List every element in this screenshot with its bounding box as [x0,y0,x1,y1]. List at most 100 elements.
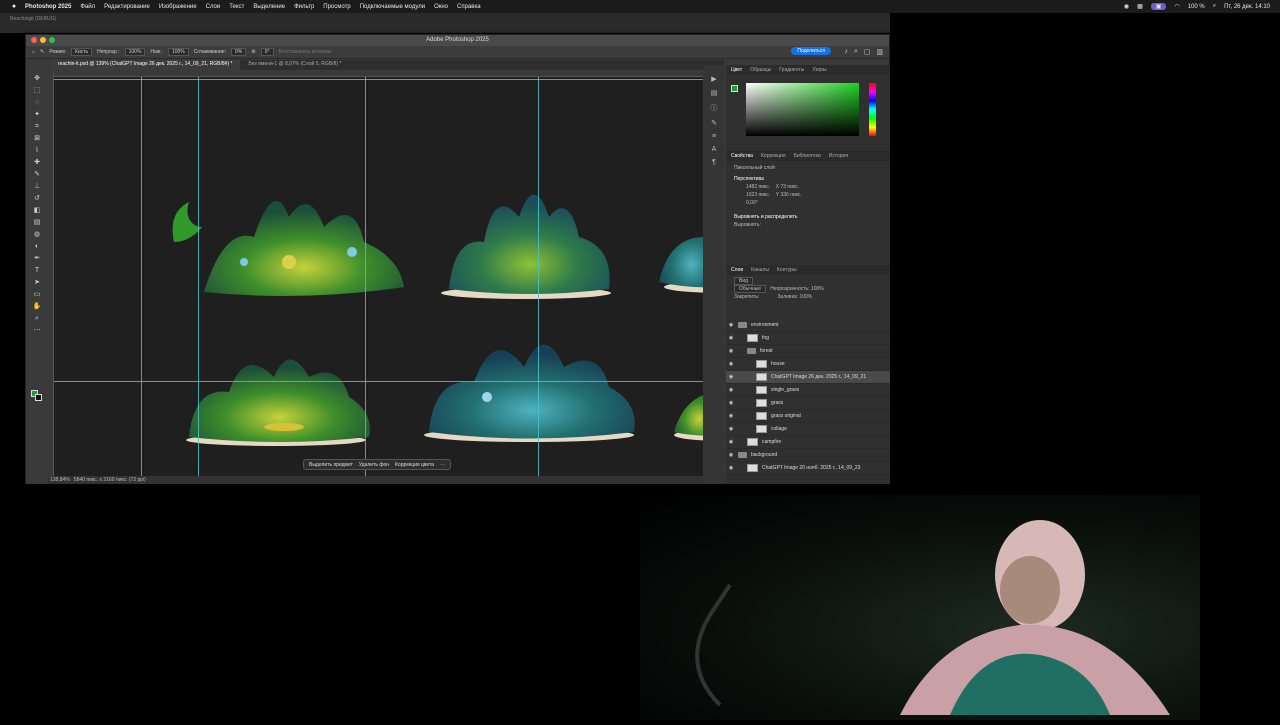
menu-filter[interactable]: Фильтр [294,4,314,10]
adjust-icon[interactable]: ≡ [712,133,716,140]
guide-line[interactable] [538,77,539,476]
layer-row[interactable]: ◉ ChatGPT Image 20 нояб. 2025 г., 14_09_2… [726,462,890,475]
visibility-eye-icon[interactable]: ◉ [726,361,736,367]
healing-icon[interactable]: ✚ [33,158,42,167]
search-icon[interactable]: ⌕ [1213,3,1216,10]
share-button[interactable]: Поделиться [791,47,831,55]
visibility-eye-icon[interactable]: ◉ [726,452,736,458]
dodge-tool-icon[interactable]: ◐ [33,242,42,251]
layer-opacity-value[interactable]: 100% [811,286,824,292]
doc-tab-active[interactable]: reachin-it.psd @ 139% (ChatGPT Image 26 … [50,60,241,70]
history-panel-icon[interactable]: ▶ [711,75,716,83]
tab-libraries[interactable]: Библиотеки [794,153,821,159]
height-value[interactable]: 1023 пикс. [746,192,770,198]
eraser-tool-icon[interactable]: ◧ [33,206,42,215]
move-tool-icon[interactable]: ✥ [33,74,42,83]
color-correct-button[interactable]: Коррекция цвета [395,462,434,468]
x-value[interactable]: 73 пикс. [780,184,799,190]
layer-row[interactable]: ◉ grass [726,397,890,410]
tab-swatches[interactable]: Образцы [750,67,771,73]
bg-tab[interactable]: Reachingit (DEBUG) [10,16,56,22]
y-value[interactable]: 336 пикс. [780,192,801,198]
shape-tool-icon[interactable]: ▭ [33,290,42,299]
zoom-level[interactable]: 138,84% [50,477,70,483]
datetime[interactable]: Пт, 26 дек. 14:10 [1224,4,1270,10]
guide-line[interactable] [54,381,724,382]
layer-group-row[interactable]: ◉ background [726,449,890,462]
angle-input[interactable]: 0° [260,48,274,56]
document-canvas[interactable] [54,77,724,476]
history-label[interactable]: Восстановить историю [279,49,332,55]
menu-plugins[interactable]: Подключаемые модули [360,4,425,10]
menu-file[interactable]: Файл [80,4,95,10]
gear-icon[interactable]: ⚙ [251,49,255,55]
frame-tool-icon[interactable]: ⊠ [33,134,42,143]
wifi-icon[interactable]: ◠ [1174,3,1179,10]
tab-adjustments[interactable]: Коррекция [761,153,786,159]
guide-line[interactable] [54,79,724,80]
history-brush-icon[interactable]: ↺ [33,194,42,203]
tab-patterns[interactable]: Узоры [812,67,826,73]
layer-row[interactable]: ◉ fog [726,332,890,345]
layer-row[interactable]: ◉ campfire [726,436,890,449]
layer-row[interactable]: ◉ grass original [726,410,890,423]
grid-icon[interactable]: ▦ [1137,3,1143,10]
layer-group-row[interactable]: ◉ forest [726,345,890,358]
menu-edit[interactable]: Редактирование [104,4,150,10]
more-icon[interactable]: ⋯ [440,462,445,468]
opacity-input[interactable]: 100% [124,48,146,56]
apple-icon[interactable]: ● [9,3,19,10]
align-title[interactable]: Выровнять и распределить [726,213,890,221]
visibility-eye-icon[interactable]: ◉ [726,413,736,419]
tab-color[interactable]: Цвет [731,67,742,73]
guide-line[interactable] [198,77,199,476]
background-color[interactable] [35,394,42,401]
zoom-icon[interactable] [49,37,55,43]
tab-layers[interactable]: Слои [731,267,743,273]
menu-select[interactable]: Выделение [253,4,285,10]
flow-input[interactable]: 100% [167,48,189,56]
brush-tool-icon[interactable]: ✎ [33,170,42,179]
stage-manager-icon[interactable]: ▣ [1150,3,1167,10]
visibility-eye-icon[interactable]: ◉ [726,374,736,380]
tab-properties[interactable]: Свойства [731,153,753,159]
hue-slider[interactable] [869,83,876,136]
select-subject-button[interactable]: Выделить предмет [309,462,353,468]
battery-label[interactable]: 100 % [1188,4,1205,10]
remove-bg-button[interactable]: Удалить фон [359,462,389,468]
lasso-tool-icon[interactable]: ◌ [33,98,42,107]
type-panel-icon[interactable]: A [712,146,717,153]
crop-tool-icon[interactable]: ⌗ [33,122,42,131]
close-icon[interactable] [31,37,37,43]
brush-icon[interactable]: ✎ [40,49,44,55]
paragraph-icon[interactable]: ¶ [712,159,716,166]
bell-icon[interactable]: ♪ [844,48,848,56]
visibility-eye-icon[interactable]: ◉ [726,400,736,406]
layer-row[interactable]: ◉ single_grass [726,384,890,397]
menu-help[interactable]: Справка [457,4,481,10]
layout-icon[interactable]: ▥ [876,48,883,56]
type-tool-icon[interactable]: T [33,266,42,275]
layer-row[interactable]: ◉ collage [726,423,890,436]
smoothing-input[interactable]: 0% [231,48,247,56]
visibility-eye-icon[interactable]: ◉ [726,335,736,341]
tab-channels[interactable]: Каналы [751,267,769,273]
brush-settings-icon[interactable]: ✎ [711,119,717,127]
menu-text[interactable]: Текст [229,4,244,10]
menu-image[interactable]: Изображение [159,4,197,10]
guide-line[interactable] [365,77,366,476]
width-value[interactable]: 1482 пикс. [746,184,770,190]
transform-title[interactable]: Перспектива [726,175,890,183]
visibility-eye-icon[interactable]: ◉ [726,465,736,471]
menu-layers[interactable]: Слои [206,4,221,10]
doc-tab[interactable]: Без имени-1 @ 8,07% (Слой 5, RGB/8) * [240,60,349,70]
record-icon[interactable]: ◉ [1124,3,1129,10]
tab-gradients[interactable]: Градиенты [779,67,804,73]
fill-value[interactable]: 100% [799,294,812,300]
color-picker-field[interactable] [746,83,859,136]
app-menu[interactable]: Photoshop 2025 [25,4,71,10]
hand-tool-icon[interactable]: ✋ [33,302,42,311]
path-select-icon[interactable]: ➤ [33,278,42,287]
gradient-tool-icon[interactable]: ▤ [33,218,42,227]
canvas-area[interactable]: Выделить предмет Удалить фон Коррекция ц… [48,71,724,476]
